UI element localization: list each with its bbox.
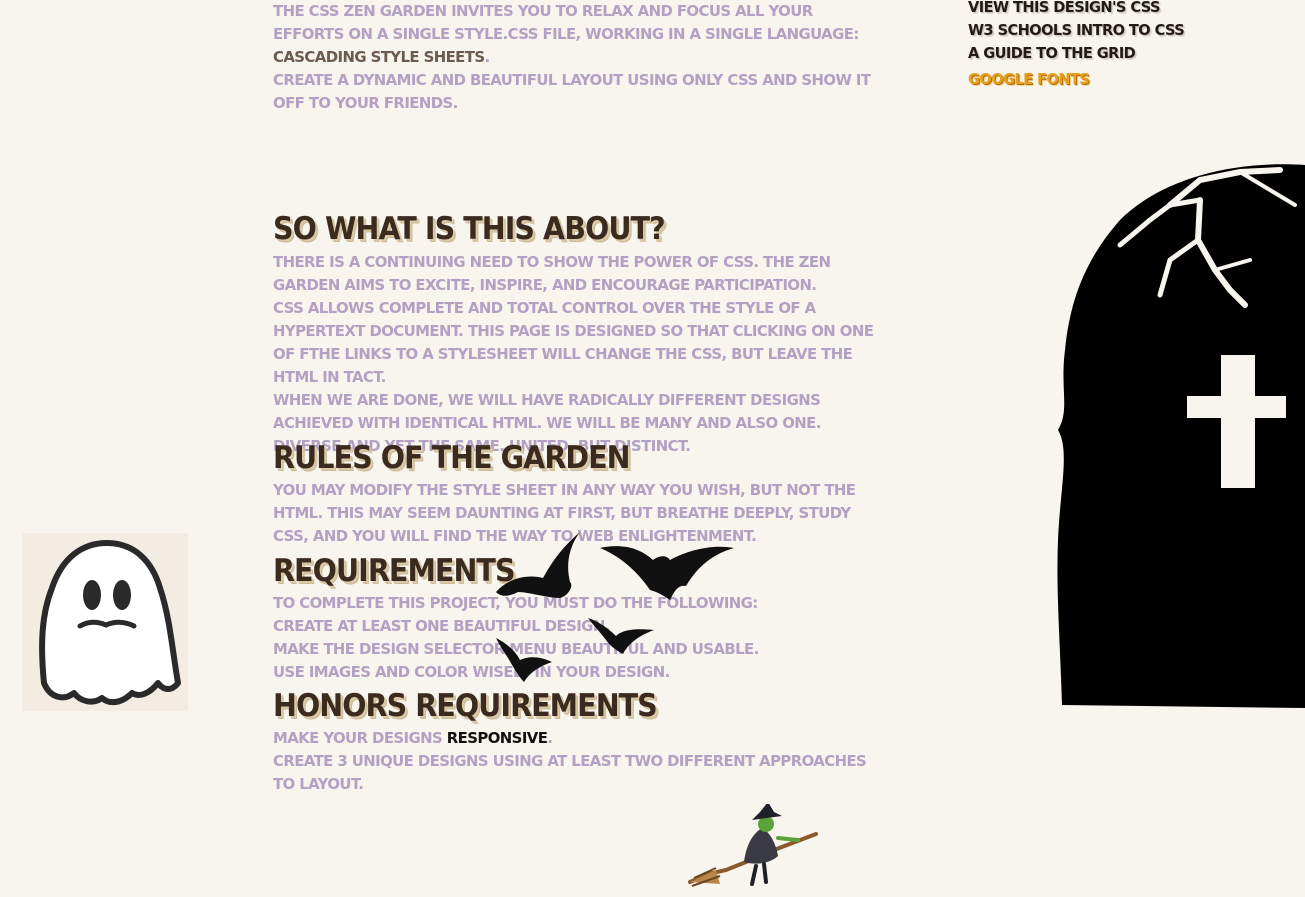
intro-section: The CSS Zen Garden invites you to relax … <box>273 0 905 115</box>
honors-item-1: Make your designs responsive. <box>273 727 880 750</box>
about-section: There is a continuing need to show the p… <box>273 251 905 458</box>
sidebar-link-w3schools[interactable]: W3 Schools Intro to CSS <box>968 19 1185 42</box>
requirements-heading: Requirements <box>273 553 516 589</box>
rules-section: You may modify the style sheet in any wa… <box>273 479 905 548</box>
witch-on-broom-icon <box>688 802 818 887</box>
rules-paragraph: You may modify the style sheet in any wa… <box>273 481 856 545</box>
about-heading: So what is this about? <box>273 211 666 247</box>
intro-text: The CSS Zen Garden invites you to relax … <box>273 2 859 43</box>
tombstone-icon <box>1057 164 1305 708</box>
witch-image <box>686 802 821 889</box>
tombstone-image <box>1050 160 1305 710</box>
honors-item-text-end: . <box>547 729 553 747</box>
sidebar-link-grid-guide[interactable]: A Guide to the Grid <box>968 42 1136 65</box>
responsive-link[interactable]: responsive <box>447 729 548 747</box>
about-paragraph-1: There is a continuing need to show the p… <box>273 253 831 294</box>
honors-item-text: Make your designs <box>273 729 447 747</box>
requirement-item: Use images and color wisely in your desi… <box>273 663 670 681</box>
css-link[interactable]: Cascading Style Sheets <box>273 48 485 66</box>
requirements-intro: To complete this project, you must do th… <box>273 594 758 612</box>
honors-item-2: Create 3 unique designs using at least t… <box>273 752 867 793</box>
sidebar-link-google-fonts[interactable]: Google Fonts <box>968 68 1090 91</box>
intro-text-end: . <box>484 48 491 66</box>
ghost-image <box>22 533 188 711</box>
sidebar-link-view-css[interactable]: View This Design's CSS <box>968 0 1161 19</box>
honors-section: Make your designs responsive. Create 3 u… <box>273 727 905 796</box>
honors-heading: Honors Requirements <box>273 688 658 724</box>
intro-paragraph: The CSS Zen Garden invites you to relax … <box>273 0 880 69</box>
ghost-icon <box>39 540 181 706</box>
about-paragraph-2: CSS allows complete and total control ov… <box>273 299 874 386</box>
requirement-item: Make the design selector menu beautiful … <box>273 640 759 658</box>
requirements-section: To complete this project, you must do th… <box>273 592 779 684</box>
requirement-item: Create at least one beautiful design. <box>273 617 610 635</box>
rules-heading: Rules of the Garden <box>273 440 631 476</box>
intro-paragraph-2: Create a dynamic and beautiful layout us… <box>273 71 871 112</box>
